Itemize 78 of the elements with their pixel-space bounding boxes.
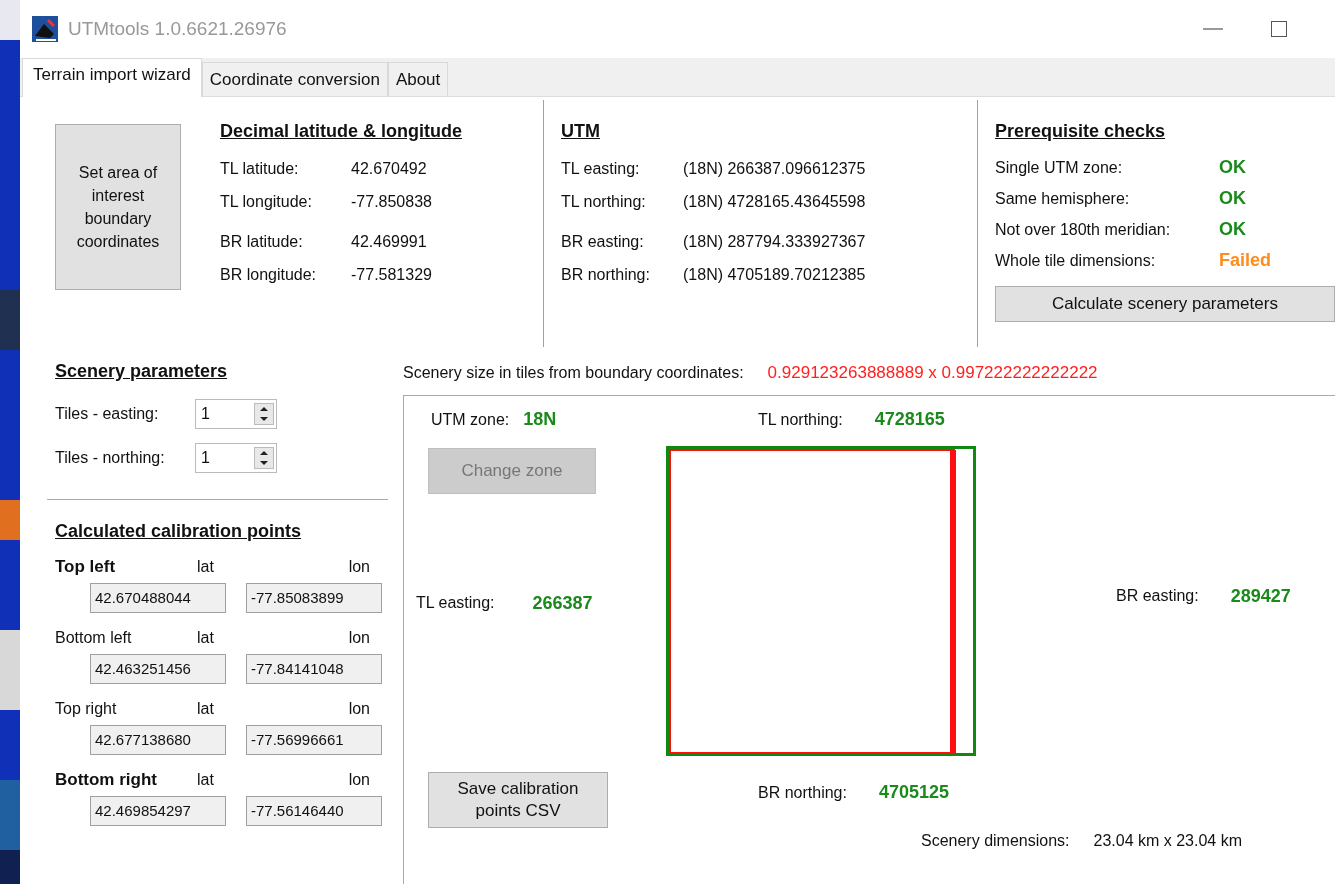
coordinate-label: TL longitude:: [220, 192, 313, 211]
number-spinner[interactable]: 1: [195, 443, 277, 473]
lat-field[interactable]: 42.670488044: [90, 583, 226, 613]
check-label: Same hemisphere:: [995, 189, 1131, 208]
scenery-size-label: Scenery size in tiles from boundary coordinates:: [403, 364, 744, 382]
tl-easting-value: 266387: [532, 592, 593, 614]
scenery-size-value: 0.929123263888889 x 0.997222222222222: [767, 363, 1098, 383]
save-calibration-button[interactable]: Save calibration points CSV: [428, 772, 608, 828]
section-heading: Decimal latitude & longitude: [220, 121, 464, 142]
section-heading: Calculated calibration points: [55, 521, 303, 542]
coordinate-value: -77.850838: [351, 192, 432, 211]
scenery-dimensions-value: 23.04 km x 23.04 km: [1093, 832, 1243, 851]
window-title: UTMtools 1.0.6621.26976: [68, 18, 287, 40]
tiles-label: Tiles - easting:: [55, 405, 160, 423]
check-result: Failed: [1219, 250, 1271, 271]
utm-value: (18N) 287794.333927367: [683, 232, 866, 251]
br-easting-label: BR easting:: [1116, 587, 1199, 605]
lon-label: lon: [347, 558, 370, 576]
point-name: Bottom left: [55, 629, 133, 647]
check-result: OK: [1219, 157, 1246, 178]
set-area-button[interactable]: Set area of interest boundary coordinates: [55, 124, 181, 290]
coordinate-value: -77.581329: [351, 265, 432, 284]
lon-field[interactable]: -77.56146440: [246, 796, 382, 826]
lon-label: lon: [347, 629, 370, 647]
utm-value: (18N) 4705189.70212385: [683, 265, 866, 284]
app-icon: [32, 16, 58, 42]
coordinate-value: 42.670492: [351, 159, 427, 178]
lat-label: lat: [197, 771, 215, 789]
br-northing-label: BR northing:: [758, 783, 847, 802]
point-name: Top right: [55, 700, 118, 718]
lat-field[interactable]: 42.469854297: [90, 796, 226, 826]
utm-label: BR northing:: [561, 265, 651, 284]
check-label: Single UTM zone:: [995, 158, 1124, 177]
lat-field[interactable]: 42.463251456: [90, 654, 226, 684]
tab[interactable]: Terrain import wizard: [22, 58, 202, 97]
check-result: OK: [1219, 188, 1246, 209]
lon-label: lon: [347, 771, 370, 789]
coordinate-label: TL latitude:: [220, 159, 300, 178]
lon-field[interactable]: -77.85083899: [246, 583, 382, 613]
br-northing-value: 4705125: [878, 782, 949, 803]
section-heading: Scenery parameters: [55, 361, 229, 382]
coordinate-value: 42.469991: [351, 232, 427, 251]
coordinate-label: BR latitude:: [220, 232, 304, 251]
br-easting-value: 289427: [1230, 585, 1291, 607]
utm-value: (18N) 266387.096612375: [683, 159, 866, 178]
lat-label: lat: [197, 629, 215, 647]
tiles-label: Tiles - northing:: [55, 449, 166, 467]
maximize-icon[interactable]: [1271, 21, 1287, 37]
scenery-dimensions-label: Scenery dimensions:: [921, 832, 1070, 851]
coordinate-label: BR longitude:: [220, 265, 318, 284]
number-spinner[interactable]: 1: [195, 399, 277, 429]
check-label: Whole tile dimensions:: [995, 251, 1157, 270]
tl-northing-value: 4728165: [874, 409, 945, 430]
lon-field[interactable]: -77.56996661: [246, 725, 382, 755]
tab[interactable]: About: [387, 62, 449, 96]
check-result: OK: [1219, 219, 1246, 240]
tl-northing-label: TL northing:: [758, 410, 843, 429]
lon-label: lon: [347, 700, 370, 718]
tab[interactable]: Coordinate conversion: [201, 62, 388, 96]
utm-zone-value: 18N: [523, 409, 557, 430]
point-name: Bottom right: [55, 770, 158, 790]
spin-arrows-icon[interactable]: [254, 403, 274, 425]
section-heading: UTM: [561, 121, 601, 142]
check-label: Not over 180th meridian:: [995, 220, 1172, 239]
section-heading: Prerequisite checks: [995, 121, 1167, 142]
tl-easting-label: TL easting:: [416, 594, 495, 612]
utm-label: TL northing:: [561, 192, 647, 211]
point-name: Top left: [55, 557, 117, 577]
spin-arrows-icon[interactable]: [254, 447, 274, 469]
utm-label: BR easting:: [561, 232, 645, 251]
lat-label: lat: [197, 700, 215, 718]
utm-value: (18N) 4728165.43645598: [683, 192, 866, 211]
lat-label: lat: [197, 558, 215, 576]
calculate-button[interactable]: Calculate scenery parameters: [995, 286, 1335, 322]
lon-field[interactable]: -77.84141048: [246, 654, 382, 684]
utm-label: TL easting:: [561, 159, 641, 178]
lat-field[interactable]: 42.677138680: [90, 725, 226, 755]
utm-zone-label: UTM zone:: [431, 410, 510, 429]
